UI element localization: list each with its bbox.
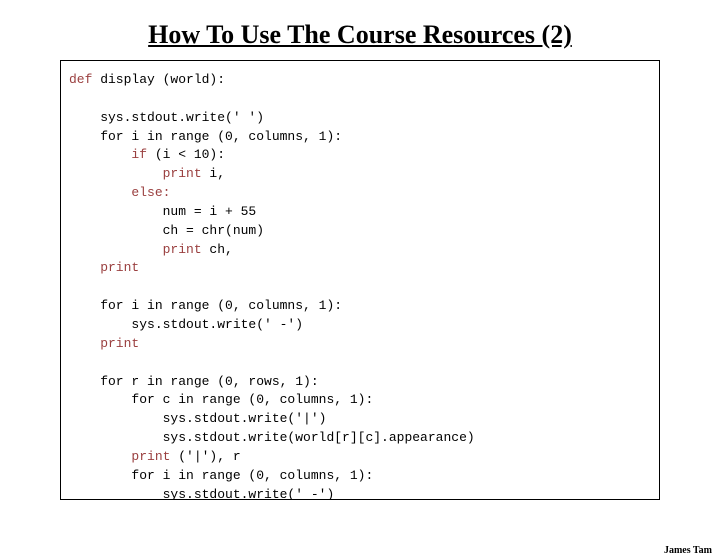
- code-line: sys.stdout.write(' '): [69, 110, 264, 125]
- kw-print: print: [69, 449, 170, 464]
- code-line: for c in range (0, columns, 1):: [69, 392, 373, 407]
- code-line: ch,: [202, 242, 233, 257]
- code-line: for i in range (0, columns, 1):: [69, 129, 342, 144]
- kw-def: def: [69, 72, 92, 87]
- code-box: def display (world): sys.stdout.write(' …: [60, 60, 660, 500]
- slide-title: How To Use The Course Resources (2): [0, 20, 720, 50]
- kw-print: print: [69, 336, 139, 351]
- code-line: for i in range (0, columns, 1):: [69, 298, 342, 313]
- kw-print: print: [69, 166, 202, 181]
- code-listing: def display (world): sys.stdout.write(' …: [69, 71, 651, 500]
- kw-print: print: [69, 242, 202, 257]
- code-line: ch = chr(num): [69, 223, 264, 238]
- code-line: display (world):: [92, 72, 225, 87]
- code-line: sys.stdout.write('|'): [69, 411, 326, 426]
- code-line: for i in range (0, columns, 1):: [69, 468, 373, 483]
- code-line: i,: [202, 166, 225, 181]
- code-line: sys.stdout.write(' -'): [69, 487, 334, 500]
- kw-if: if: [69, 147, 147, 162]
- footer-author: James Tam: [664, 545, 712, 556]
- kw-print: print: [69, 260, 139, 275]
- kw-else: else:: [69, 185, 170, 200]
- code-line: sys.stdout.write(' -'): [69, 317, 303, 332]
- code-line: ('|'), r: [170, 449, 240, 464]
- code-line: (i < 10):: [147, 147, 225, 162]
- code-line: num = i + 55: [69, 204, 256, 219]
- code-line: for r in range (0, rows, 1):: [69, 374, 319, 389]
- code-line: sys.stdout.write(world[r][c].appearance): [69, 430, 475, 445]
